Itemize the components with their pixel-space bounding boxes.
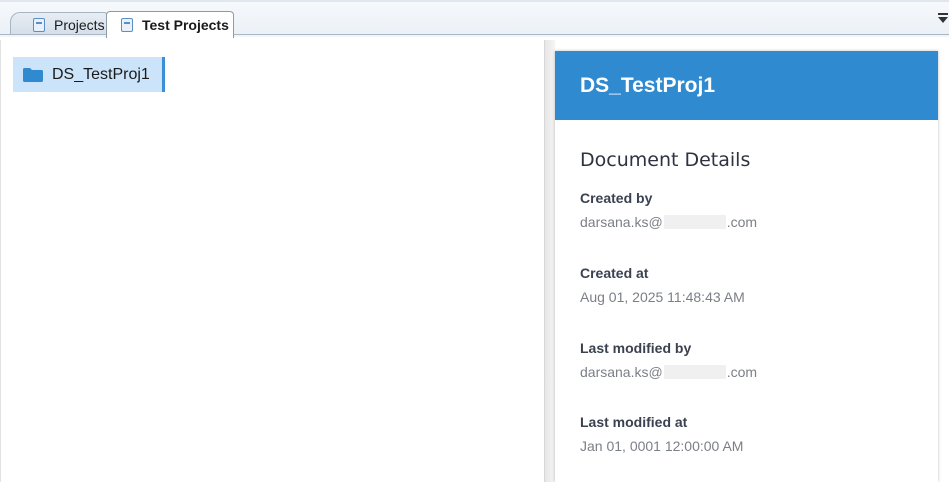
email-prefix: darsana.ks@ bbox=[580, 364, 663, 380]
project-tree-panel: DS_TestProj1 bbox=[0, 40, 545, 482]
redaction-box bbox=[663, 215, 726, 229]
details-body: Document Details bbox=[555, 149, 938, 171]
tab-test-projects[interactable]: Test Projects bbox=[106, 11, 234, 38]
field-last-modified-at: Last modified at Jan 01, 0001 12:00:00 A… bbox=[580, 414, 743, 456]
tab-label: Projects bbox=[54, 17, 105, 33]
field-label: Last modified at bbox=[580, 414, 688, 430]
field-created-by: Created by darsana.ks@ .com bbox=[580, 190, 757, 232]
field-label: Created by bbox=[580, 190, 653, 206]
field-value: Aug 01, 2025 11:48:43 AM bbox=[580, 289, 745, 305]
email-suffix: .com bbox=[726, 214, 758, 230]
details-panel: DS_TestProj1 Document Details Created by… bbox=[555, 51, 938, 482]
document-icon bbox=[121, 18, 133, 32]
tree-item-label: DS_TestProj1 bbox=[52, 65, 150, 83]
email-suffix: .com bbox=[726, 364, 758, 380]
email-prefix: darsana.ks@ bbox=[580, 214, 663, 230]
field-created-at: Created at Aug 01, 2025 11:48:43 AM bbox=[580, 265, 745, 307]
field-label: Created at bbox=[580, 265, 649, 281]
folder-icon bbox=[23, 67, 43, 82]
field-label: Last modified by bbox=[580, 340, 692, 356]
field-value: darsana.ks@ .com bbox=[580, 214, 757, 230]
tree-item-ds-testproj1[interactable]: DS_TestProj1 bbox=[13, 57, 165, 92]
redaction-box bbox=[663, 365, 726, 379]
tab-label: Test Projects bbox=[142, 17, 229, 33]
section-title: Document Details bbox=[580, 149, 751, 171]
panel-splitter[interactable] bbox=[545, 40, 555, 482]
field-value: Jan 01, 0001 12:00:00 AM bbox=[580, 438, 744, 454]
details-header: DS_TestProj1 bbox=[555, 51, 938, 120]
field-last-modified-by: Last modified by darsana.ks@ .com bbox=[580, 340, 757, 382]
tab-strip: Projects Test Projects bbox=[0, 0, 949, 38]
tab-list-menu-icon[interactable] bbox=[938, 13, 948, 23]
field-value: darsana.ks@ .com bbox=[580, 364, 757, 380]
details-title: DS_TestProj1 bbox=[580, 73, 715, 97]
document-icon bbox=[33, 18, 45, 32]
